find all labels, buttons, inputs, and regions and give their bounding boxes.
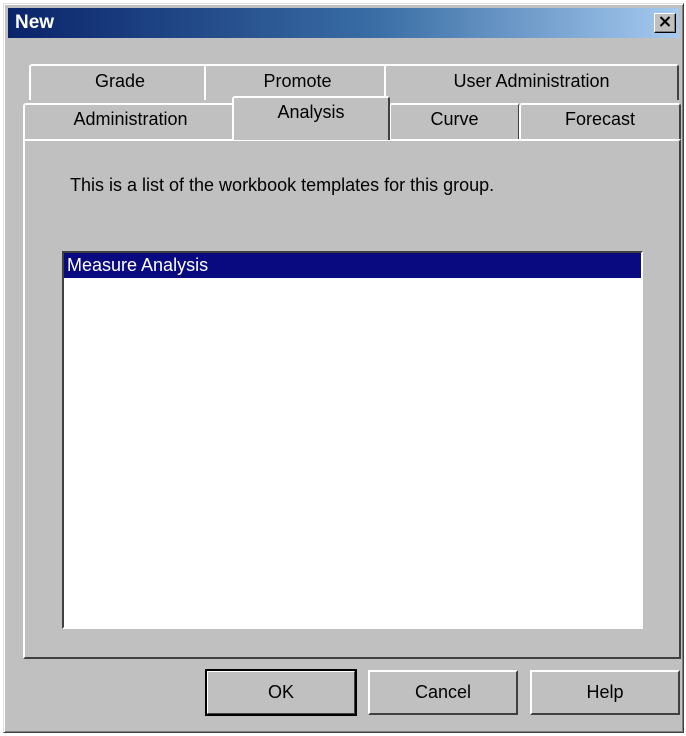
tab-label: User Administration [453,71,610,91]
tab-label: Administration [73,109,188,129]
help-button[interactable]: Help [530,670,680,715]
tab-label: Grade [94,71,146,91]
title-bar[interactable]: New [8,8,679,38]
close-button[interactable] [654,13,676,33]
cancel-button[interactable]: Cancel [368,670,518,715]
tab-analysis[interactable]: Analysis [232,96,390,140]
tab-label: Forecast [564,109,636,129]
close-icon [659,14,671,32]
ok-label: OK [267,682,294,702]
template-listbox[interactable]: Measure Analysis [62,251,643,629]
tab-curve[interactable]: Curve [389,103,520,140]
tab-promote[interactable]: Promote [204,64,391,100]
window-title: New [15,12,55,33]
cancel-label: Cancel [414,682,472,702]
tab-forecast[interactable]: Forecast [519,103,681,140]
panel-description: This is a list of the workbook templates… [70,175,495,195]
new-dialog: New Grade Promote User Administration Ad… [3,3,684,733]
tab-label: Analysis [277,102,345,122]
tab-administration[interactable]: Administration [23,103,238,140]
ok-button[interactable]: OK [205,669,357,716]
tab-user-administration[interactable]: User Administration [384,64,679,100]
analysis-tab-panel: This is a list of the workbook templates… [23,139,681,659]
help-label: Help [586,682,624,702]
tab-label: Promote [263,71,332,91]
tab-label: Curve [430,109,479,129]
list-item[interactable]: Measure Analysis [64,253,641,278]
tab-grade[interactable]: Grade [29,64,211,100]
